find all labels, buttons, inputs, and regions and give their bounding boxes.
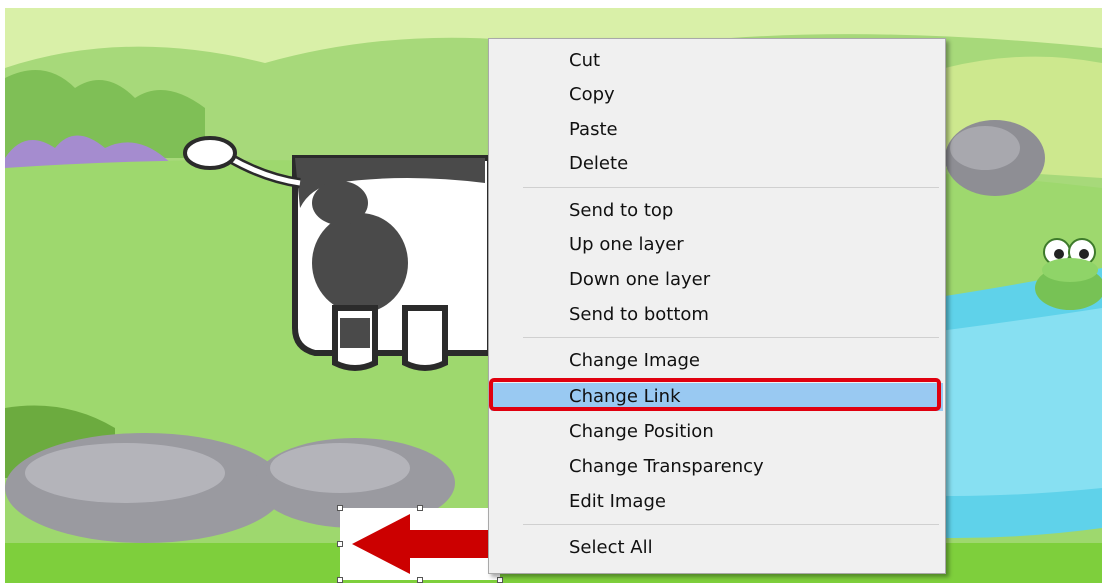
menu-item-select-all[interactable]: Select All bbox=[491, 534, 943, 562]
resize-handle-top-left[interactable] bbox=[337, 505, 343, 511]
menu-item-change-image[interactable]: Change Image bbox=[491, 347, 943, 375]
menu-item-down-one-layer[interactable]: Down one layer bbox=[491, 266, 943, 294]
resize-handle-bottom-left[interactable] bbox=[337, 577, 343, 583]
menu-item-paste[interactable]: Paste bbox=[491, 116, 943, 144]
menu-separator bbox=[523, 524, 939, 525]
menu-item-cut[interactable]: Cut bbox=[491, 47, 943, 75]
menu-item-edit-image[interactable]: Edit Image bbox=[491, 488, 943, 516]
menu-item-send-to-bottom[interactable]: Send to bottom bbox=[491, 301, 943, 329]
menu-item-delete[interactable]: Delete bbox=[491, 150, 943, 178]
menu-separator bbox=[523, 187, 939, 188]
red-arrow-left-icon bbox=[340, 508, 500, 580]
selected-image[interactable] bbox=[337, 505, 503, 583]
resize-handle-bottom-right[interactable] bbox=[497, 577, 503, 583]
menu-separator bbox=[523, 337, 939, 338]
menu-item-change-position[interactable]: Change Position bbox=[491, 418, 943, 446]
context-menu: Cut Copy Paste Delete Send to top Up one… bbox=[488, 38, 946, 574]
resize-handle-left[interactable] bbox=[337, 541, 343, 547]
resize-handle-top[interactable] bbox=[417, 505, 423, 511]
menu-item-send-to-top[interactable]: Send to top bbox=[491, 197, 943, 225]
menu-item-change-transparency[interactable]: Change Transparency bbox=[491, 453, 943, 481]
menu-item-copy[interactable]: Copy bbox=[491, 81, 943, 109]
menu-item-up-one-layer[interactable]: Up one layer bbox=[491, 231, 943, 259]
menu-item-change-link[interactable]: Change Link bbox=[491, 383, 943, 411]
resize-handle-bottom[interactable] bbox=[417, 577, 423, 583]
